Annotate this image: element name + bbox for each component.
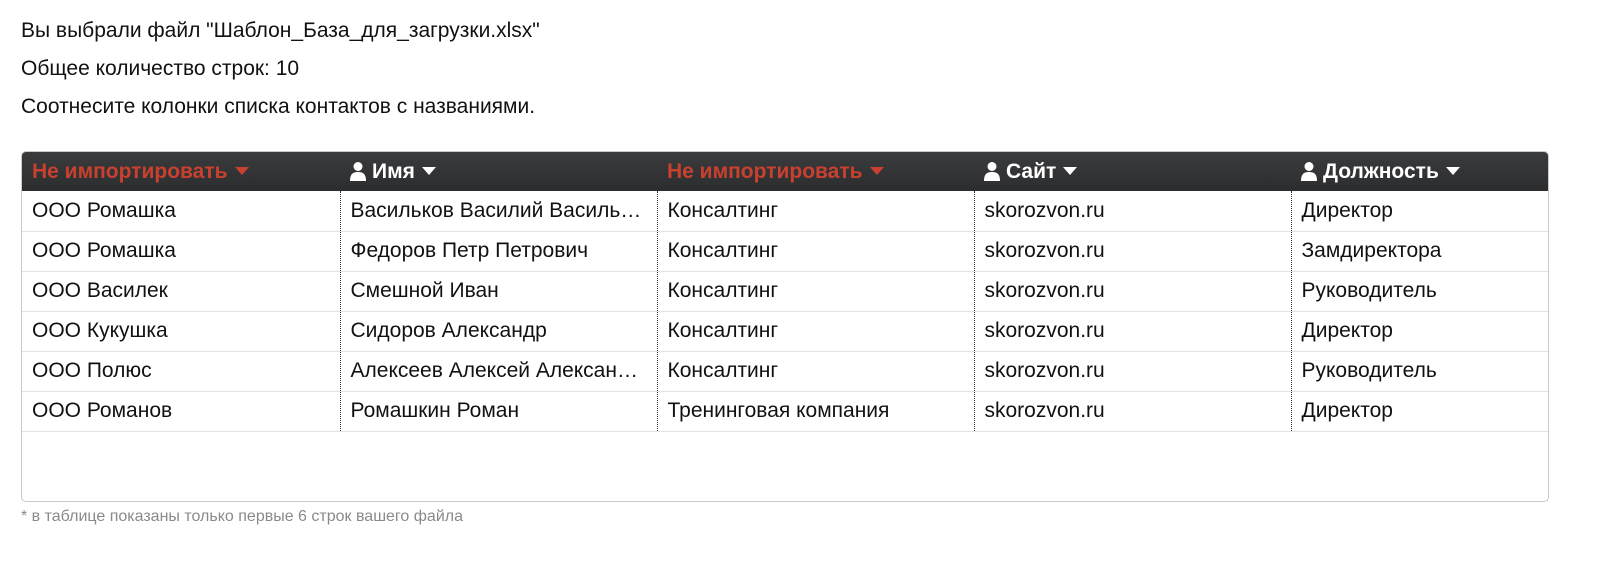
table-cell: Федоров Петр Петрович — [339, 231, 657, 272]
column-mapping-dropdown-3[interactable]: Не импортировать — [657, 152, 974, 191]
column-mapping-dropdown-1[interactable]: Не импортировать — [22, 152, 340, 191]
column-mapping-label: Не импортировать — [667, 159, 863, 183]
table-row: ООО Полюс Алексеев Алексей Александрович К… — [22, 351, 1548, 392]
column-mapping-dropdown-5[interactable]: Должность — [1291, 152, 1548, 191]
user-icon — [1301, 161, 1317, 181]
table-cell: skorozvon.ru — [973, 351, 1291, 392]
table-row: ООО Ромашка Федоров Петр Петрович Консалти… — [22, 231, 1548, 272]
table-cell: Ромашкин Роман — [339, 391, 657, 432]
chevron-down-icon — [234, 166, 249, 175]
table-cell: ООО Кукушка — [22, 311, 340, 352]
table-row: ООО Кукушка Сидоров Александр Консалтинг sk… — [22, 311, 1548, 352]
rows-shown-footnote: * в таблице показаны только первые 6 стр… — [21, 508, 463, 525]
table-cell: ООО Полюс — [22, 351, 340, 392]
table-cell: Директор — [1290, 311, 1548, 352]
column-mapping-dropdown-4[interactable]: Сайт — [974, 152, 1291, 191]
table-cell: Консалтинг — [656, 311, 974, 352]
column-mapping-label: Имя — [372, 159, 415, 183]
table-cell: Руководитель — [1290, 351, 1548, 392]
user-icon — [350, 161, 366, 181]
mapping-instruction: Соотнесите колонки списка контактов с на… — [21, 95, 536, 118]
table-cell: Консалтинг — [656, 351, 974, 392]
table-cell: Сидоров Александр — [339, 311, 657, 352]
chevron-down-icon — [1063, 166, 1078, 175]
table-cell: ООО Романов — [22, 391, 340, 432]
table-cell: skorozvon.ru — [973, 271, 1291, 312]
column-mapping-label: Сайт — [1006, 159, 1057, 183]
table-cell: ООО Ромашка — [22, 231, 340, 272]
chevron-down-icon — [869, 166, 884, 175]
chevron-down-icon — [421, 166, 436, 175]
table-cell: Консалтинг — [656, 271, 974, 312]
table-cell: Смешной Иван — [339, 271, 657, 312]
table-row: ООО Романов Ромашкин Роман Тренинговая ком… — [22, 391, 1548, 432]
column-mapping-dropdown-2[interactable]: Имя — [340, 152, 657, 191]
total-rows-text: Общее количество строк: 10 — [21, 57, 300, 80]
table-cell: Замдиректора — [1290, 231, 1548, 272]
table-cell: Васильков Василий Васильевич — [339, 191, 657, 232]
table-cell: skorozvon.ru — [973, 311, 1291, 352]
table-cell: ООО Василек — [22, 271, 340, 312]
table-cell: skorozvon.ru — [973, 191, 1291, 232]
table-cell: Руководитель — [1290, 271, 1548, 312]
table-cell: Консалтинг — [656, 191, 974, 232]
chevron-down-icon — [1445, 166, 1460, 175]
column-mapping-label: Не импортировать — [32, 159, 228, 183]
column-mapping-label: Должность — [1323, 159, 1439, 183]
table-cell: Тренинговая компания — [656, 391, 974, 432]
table-cell: skorozvon.ru — [973, 391, 1291, 432]
table-header: Не импортировать Имя Не импортировать Сайт Д… — [22, 152, 1548, 191]
table-row: ООО Василек Смешной Иван Консалтинг skorozv… — [22, 271, 1548, 312]
table-cell: Консалтинг — [656, 231, 974, 272]
table-row: ООО Ромашка Васильков Василий Васильевич К… — [22, 191, 1548, 232]
table-cell: skorozvon.ru — [973, 231, 1291, 272]
selected-file-text: Вы выбрали файл "Шаблон_База_для_загрузк… — [21, 19, 540, 42]
table-cell: ООО Ромашка — [22, 191, 340, 232]
table-cell: Алексеев Алексей Александрович — [339, 351, 657, 392]
column-mapping-table: Не импортировать Имя Не импортировать Сайт Д… — [21, 151, 1549, 502]
table-cell: Директор — [1290, 391, 1548, 432]
header-row: Не импортировать Имя Не импортировать Сайт Д… — [22, 152, 1548, 191]
user-icon — [984, 161, 1000, 181]
table-body: ООО Ромашка Васильков Василий Васильевич К… — [22, 191, 1548, 432]
import-info: Вы выбрали файл "Шаблон_База_для_загрузк… — [21, 12, 1321, 126]
table-cell: Директор — [1290, 191, 1548, 232]
